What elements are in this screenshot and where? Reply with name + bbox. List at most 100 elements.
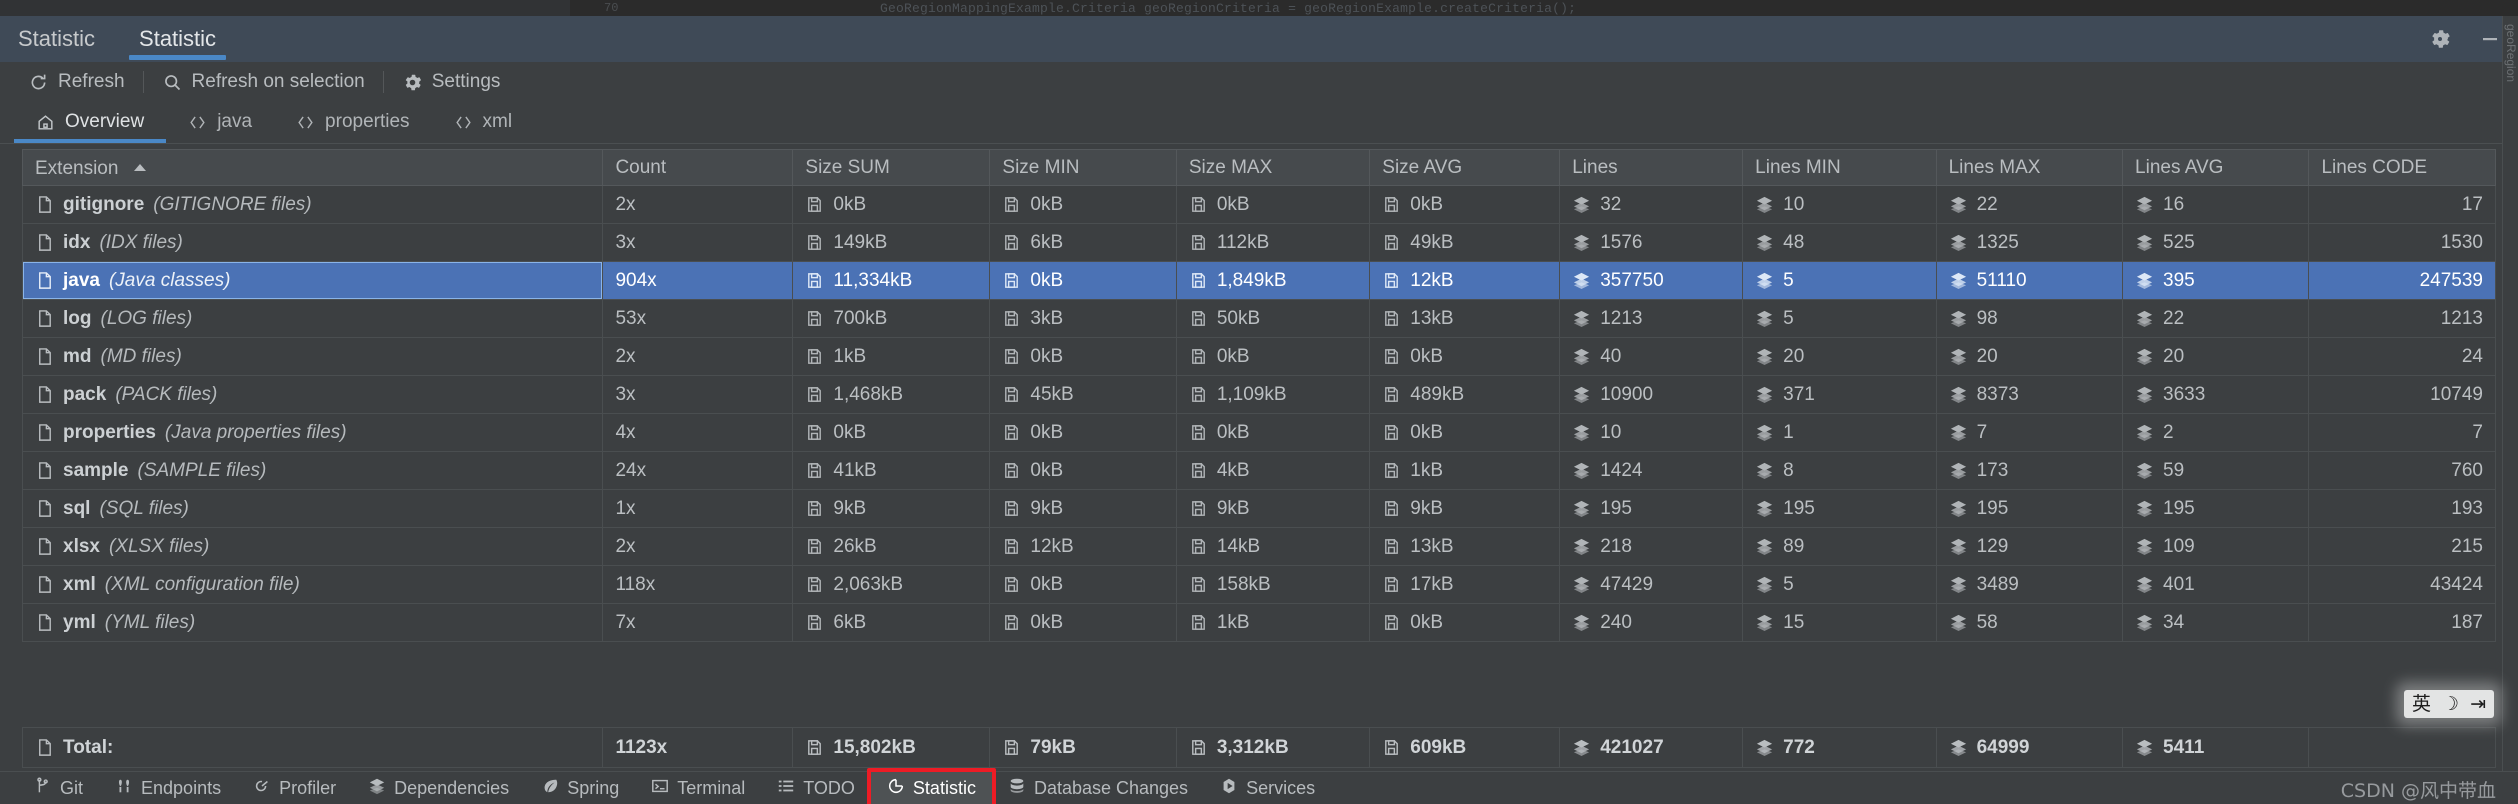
terminal-icon: [651, 777, 669, 800]
lines-stack-icon: [1572, 233, 1591, 252]
lines-stack-icon: [1755, 738, 1774, 757]
table-row[interactable]: gitignore (GITIGNORE files) 2x 0kB 0kB 0kB 0kB…: [21, 185, 2496, 224]
status-bar-item-terminal[interactable]: Terminal: [635, 772, 761, 804]
tab-properties[interactable]: properties: [274, 101, 432, 143]
lines-stack-icon: [1755, 233, 1774, 252]
status-bar-item-spring[interactable]: Spring: [525, 772, 635, 804]
column-header-size-min[interactable]: Size MIN: [989, 149, 1177, 186]
todo-list-icon: [777, 777, 795, 800]
status-bar-item-profiler[interactable]: Profiler: [237, 772, 352, 804]
cell-size-max: 4kB: [1176, 451, 1371, 490]
save-file-icon: [1382, 309, 1401, 328]
status-bar-item-todo[interactable]: TODO: [761, 772, 871, 804]
cell-size-sum: 149kB: [792, 223, 991, 262]
refresh-on-selection-button[interactable]: Refresh on selection: [148, 67, 379, 97]
status-bar-item-git[interactable]: Git: [18, 772, 99, 804]
lines-stack-icon: [1572, 613, 1591, 632]
column-header-count[interactable]: Count: [602, 149, 794, 186]
status-bar-item-services[interactable]: Services: [1204, 772, 1331, 804]
save-file-icon: [1382, 385, 1401, 404]
table-row[interactable]: idx (IDX files) 3x 149kB 6kB 112kB 49kB 1576 48 1…: [21, 223, 2496, 262]
status-bar-item-statistic[interactable]: Statistic: [870, 771, 992, 804]
cell-size-max: 0kB: [1176, 185, 1371, 224]
cell-lines: 32: [1559, 185, 1744, 224]
table-row[interactable]: sample (SAMPLE files) 24x 41kB 0kB 4kB 1kB 1424…: [21, 451, 2496, 490]
column-header-lines-max[interactable]: Lines MAX: [1936, 149, 2124, 186]
lines-stack-icon: [1755, 347, 1774, 366]
lines-stack-icon: [1755, 271, 1774, 290]
statistic-toolbar: Refresh Refresh on selection Settings: [0, 62, 2518, 102]
extension-description: (SQL files): [99, 497, 189, 519]
status-bar-item-label: Git: [60, 777, 84, 798]
cell-extension: yml (YML files): [21, 603, 604, 642]
column-header-size-max[interactable]: Size MAX: [1176, 149, 1371, 186]
column-header-lines-code[interactable]: Lines CODE: [2308, 149, 2496, 186]
save-file-icon: [1189, 575, 1208, 594]
table-row[interactable]: xlsx (XLSX files) 2x 26kB 12kB 14kB 13kB 218 89 1…: [21, 527, 2496, 566]
cell-lines: 47429: [1559, 565, 1744, 604]
save-file-icon: [805, 423, 824, 442]
extension-description: (XLSX files): [108, 535, 210, 557]
cell-size-min: 0kB: [989, 451, 1177, 490]
cell-size-avg: 17kB: [1369, 565, 1561, 604]
status-bar-item-dependencies[interactable]: Dependencies: [352, 772, 525, 804]
column-header-size-avg[interactable]: Size AVG: [1369, 149, 1561, 186]
cell-lines-avg: 20: [2122, 337, 2310, 376]
column-header-lines-min[interactable]: Lines MIN: [1742, 149, 1937, 186]
lines-stack-icon: [2135, 575, 2154, 594]
gear-icon[interactable]: [2428, 27, 2452, 51]
tool-window-tab-statistic[interactable]: Statistic: [117, 16, 238, 62]
table-row[interactable]: xml (XML configuration file) 118x 2,063kB 0k…: [21, 565, 2496, 604]
cell-lines-min: 89: [1742, 527, 1937, 566]
save-file-icon: [805, 385, 824, 404]
save-file-icon: [1002, 347, 1021, 366]
cell-extension: sql (SQL files): [21, 489, 604, 528]
table-row[interactable]: pack (PACK files) 3x 1,468kB 45kB 1,109kB 489k…: [21, 375, 2496, 414]
column-header-lines-avg[interactable]: Lines AVG: [2122, 149, 2310, 186]
table-row[interactable]: md (MD files) 2x 1kB 0kB 0kB 0kB 40 20 20 20 24: [21, 337, 2496, 376]
save-file-icon: [1189, 309, 1208, 328]
status-bar-item-database-changes[interactable]: Database Changes: [992, 772, 1204, 804]
column-header-extension[interactable]: Extension: [21, 149, 604, 186]
editor-line-number: 70: [604, 1, 619, 15]
tab-overview[interactable]: Overview: [14, 101, 167, 143]
status-bar-item-label: TODO: [803, 777, 855, 798]
refresh-button[interactable]: Refresh: [14, 67, 139, 97]
minimize-icon[interactable]: [2478, 27, 2502, 51]
extension-name: pack: [63, 383, 107, 405]
column-header-lines[interactable]: Lines: [1559, 149, 1744, 186]
settings-button[interactable]: Settings: [388, 67, 515, 97]
code-brackets-icon: [296, 113, 315, 132]
column-header-size-sum[interactable]: Size SUM: [792, 149, 991, 186]
cell-size-sum: 41kB: [792, 451, 991, 490]
table-row[interactable]: sql (SQL files) 1x 9kB 9kB 9kB 9kB 195 195 195 195…: [21, 489, 2496, 528]
extension-name: properties: [63, 421, 156, 443]
table-row[interactable]: log (LOG files) 53x 700kB 3kB 50kB 13kB 1213 5 98…: [21, 299, 2496, 338]
status-bar-item-endpoints[interactable]: Endpoints: [99, 772, 237, 804]
save-file-icon: [1382, 738, 1401, 757]
status-bar-item-label: Profiler: [279, 777, 337, 798]
lines-stack-icon: [1755, 195, 1774, 214]
home-icon: [36, 113, 55, 132]
tab-xml[interactable]: xml: [432, 101, 535, 143]
save-file-icon: [805, 575, 824, 594]
cell-extension: java (Java classes): [21, 261, 604, 300]
cell-lines-avg: 16: [2122, 185, 2310, 224]
lines-stack-icon: [1755, 575, 1774, 594]
table-row[interactable]: properties (Java properties files) 4x 0kB 0k…: [21, 413, 2496, 452]
cell-lines-min: 371: [1742, 375, 1937, 414]
table-row[interactable]: yml (YML files) 7x 6kB 0kB 1kB 0kB 240 15 58 34 187: [21, 603, 2496, 642]
cell-size-avg: 13kB: [1369, 299, 1561, 338]
file-icon: [35, 537, 54, 556]
lines-stack-icon: [1755, 309, 1774, 328]
save-file-icon: [1382, 499, 1401, 518]
cell-size-sum: 1kB: [792, 337, 991, 376]
total-size-min: 79kB: [989, 727, 1177, 768]
right-scroll-rail[interactable]: geoRegion: [2502, 16, 2518, 771]
cell-size-sum: 700kB: [792, 299, 991, 338]
status-bar-item-label: Spring: [567, 777, 620, 798]
table-row[interactable]: java (Java classes) 904x 11,334kB 0kB 1,849kB…: [21, 261, 2496, 300]
tab-java[interactable]: java: [166, 101, 274, 143]
extension-name: sample: [63, 459, 129, 481]
cell-lines-min: 15: [1742, 603, 1937, 642]
